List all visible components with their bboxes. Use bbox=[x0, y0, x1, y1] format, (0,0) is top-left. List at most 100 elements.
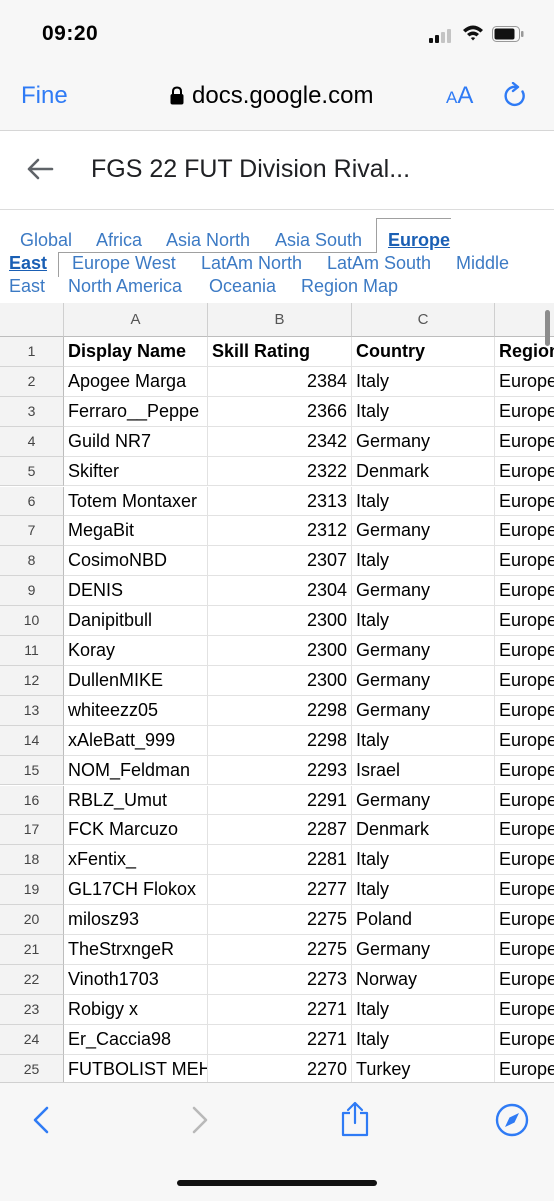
row-number[interactable]: 16 bbox=[0, 785, 64, 816]
reader-options-button[interactable]: AA bbox=[446, 82, 473, 110]
table-cell-country[interactable]: Poland bbox=[352, 905, 495, 935]
chevron-left-icon[interactable] bbox=[30, 1105, 52, 1135]
table-cell-name[interactable]: Guild NR7 bbox=[64, 426, 208, 457]
column-header-c[interactable]: C bbox=[352, 303, 495, 337]
table-cell-region[interactable]: Europe bbox=[495, 427, 554, 457]
table-cell-name[interactable]: Apogee Marga bbox=[64, 366, 208, 397]
table-cell-rating[interactable]: 2366 bbox=[208, 396, 352, 427]
table-cell-name[interactable]: milosz93 bbox=[64, 905, 208, 935]
tab-middle-east[interactable]: Middle bbox=[456, 253, 509, 274]
table-cell-region[interactable]: Europe bbox=[495, 487, 554, 517]
table-cell-rating[interactable]: 2293 bbox=[208, 755, 352, 786]
table-cell-rating[interactable]: 2300 bbox=[208, 665, 352, 696]
table-cell-country[interactable]: Turkey bbox=[352, 1054, 495, 1083]
table-cell-country[interactable]: Germany bbox=[352, 935, 495, 965]
table-cell-region[interactable]: Europe bbox=[495, 815, 554, 846]
table-cell-country[interactable]: Norway bbox=[352, 964, 495, 995]
table-cell-name[interactable]: RBLZ_Umut bbox=[64, 785, 208, 816]
table-cell-rating[interactable]: 2298 bbox=[208, 695, 352, 726]
table-cell-region[interactable]: Europe bbox=[495, 786, 554, 816]
row-number[interactable]: 8 bbox=[0, 546, 64, 577]
header-cell[interactable]: Country bbox=[352, 337, 495, 367]
table-cell-name[interactable]: Totem Montaxer bbox=[64, 486, 208, 517]
select-all-corner[interactable] bbox=[0, 303, 64, 337]
table-cell-name[interactable]: xAleBatt_999 bbox=[64, 725, 208, 756]
share-icon[interactable] bbox=[340, 1101, 370, 1137]
row-number[interactable]: 21 bbox=[0, 935, 64, 965]
table-cell-name[interactable]: Koray bbox=[64, 636, 208, 666]
table-cell-name[interactable]: Robigy x bbox=[64, 994, 208, 1025]
table-cell-rating[interactable]: 2342 bbox=[208, 426, 352, 457]
table-cell-rating[interactable]: 2307 bbox=[208, 546, 352, 577]
table-cell-country[interactable]: Denmark bbox=[352, 456, 495, 487]
table-cell-country[interactable]: Germany bbox=[352, 785, 495, 816]
header-cell[interactable]: Display Name bbox=[64, 337, 208, 367]
row-number[interactable]: 2 bbox=[0, 366, 64, 397]
tab-middle-east-cont[interactable]: East bbox=[9, 276, 45, 297]
table-cell-name[interactable]: Er_Caccia98 bbox=[64, 1024, 208, 1055]
row-number[interactable]: 13 bbox=[0, 695, 64, 726]
table-cell-rating[interactable]: 2287 bbox=[208, 815, 352, 846]
table-cell-rating[interactable]: 2277 bbox=[208, 875, 352, 906]
row-number[interactable]: 14 bbox=[0, 725, 64, 756]
table-cell-region[interactable]: Europe bbox=[495, 367, 554, 397]
table-cell-country[interactable]: Germany bbox=[352, 576, 495, 607]
table-cell-country[interactable]: Germany bbox=[352, 665, 495, 696]
table-cell-rating[interactable]: 2300 bbox=[208, 636, 352, 666]
table-cell-rating[interactable]: 2271 bbox=[208, 1024, 352, 1055]
table-cell-region[interactable]: Europe bbox=[495, 875, 554, 906]
tab-global[interactable]: Global bbox=[20, 230, 72, 251]
table-cell-rating[interactable]: 2304 bbox=[208, 576, 352, 607]
reload-icon[interactable] bbox=[503, 82, 529, 110]
row-number[interactable]: 11 bbox=[0, 636, 64, 666]
table-cell-country[interactable]: Italy bbox=[352, 725, 495, 756]
tab-europe-east[interactable]: Europe bbox=[388, 230, 450, 251]
table-cell-region[interactable]: Europe bbox=[495, 935, 554, 965]
column-header-b[interactable]: B bbox=[208, 303, 352, 337]
table-cell-region[interactable]: Europe bbox=[495, 516, 554, 547]
table-cell-rating[interactable]: 2275 bbox=[208, 905, 352, 935]
row-number[interactable]: 25 bbox=[0, 1054, 64, 1083]
table-cell-country[interactable]: Germany bbox=[352, 695, 495, 726]
table-cell-region[interactable]: Europe bbox=[495, 905, 554, 935]
row-number[interactable]: 20 bbox=[0, 905, 64, 935]
table-cell-country[interactable]: Italy bbox=[352, 546, 495, 577]
row-number[interactable]: 3 bbox=[0, 396, 64, 427]
tab-north-america[interactable]: North America bbox=[68, 276, 182, 297]
table-cell-region[interactable]: Europe bbox=[495, 576, 554, 607]
tab-europe-east-cont[interactable]: East bbox=[9, 253, 47, 274]
table-cell-name[interactable]: DullenMIKE bbox=[64, 665, 208, 696]
row-number[interactable]: 17 bbox=[0, 815, 64, 846]
table-cell-country[interactable]: Germany bbox=[352, 636, 495, 666]
table-cell-region[interactable]: Europe bbox=[495, 845, 554, 876]
table-cell-country[interactable]: Italy bbox=[352, 994, 495, 1025]
table-cell-rating[interactable]: 2313 bbox=[208, 486, 352, 517]
row-number[interactable]: 9 bbox=[0, 576, 64, 607]
back-arrow-icon[interactable] bbox=[26, 157, 54, 181]
table-cell-name[interactable]: Vinoth1703 bbox=[64, 964, 208, 995]
table-cell-country[interactable]: Italy bbox=[352, 606, 495, 636]
row-number[interactable]: 7 bbox=[0, 516, 64, 547]
row-number[interactable]: 5 bbox=[0, 456, 64, 487]
row-number[interactable]: 19 bbox=[0, 875, 64, 906]
row-number[interactable]: 18 bbox=[0, 845, 64, 876]
row-number[interactable]: 12 bbox=[0, 665, 64, 696]
table-cell-country[interactable]: Italy bbox=[352, 1024, 495, 1055]
table-cell-rating[interactable]: 2312 bbox=[208, 516, 352, 547]
row-number[interactable]: 1 bbox=[0, 337, 64, 367]
tab-africa[interactable]: Africa bbox=[96, 230, 142, 251]
table-cell-country[interactable]: Italy bbox=[352, 366, 495, 397]
table-cell-region[interactable]: Europe bbox=[495, 666, 554, 696]
table-cell-name[interactable]: TheStrxngeR bbox=[64, 935, 208, 965]
table-cell-region[interactable]: Europe bbox=[495, 546, 554, 577]
table-cell-name[interactable]: Ferraro__Peppe bbox=[64, 396, 208, 427]
table-cell-country[interactable]: Italy bbox=[352, 486, 495, 517]
table-cell-country[interactable]: Israel bbox=[352, 755, 495, 786]
tab-oceania[interactable]: Oceania bbox=[209, 276, 276, 297]
table-cell-country[interactable]: Italy bbox=[352, 845, 495, 876]
table-cell-country[interactable]: Italy bbox=[352, 396, 495, 427]
address-bar[interactable]: docs.google.com bbox=[170, 82, 373, 110]
table-cell-name[interactable]: NOM_Feldman bbox=[64, 755, 208, 786]
table-cell-name[interactable]: Danipitbull bbox=[64, 606, 208, 636]
row-number[interactable]: 24 bbox=[0, 1024, 64, 1055]
